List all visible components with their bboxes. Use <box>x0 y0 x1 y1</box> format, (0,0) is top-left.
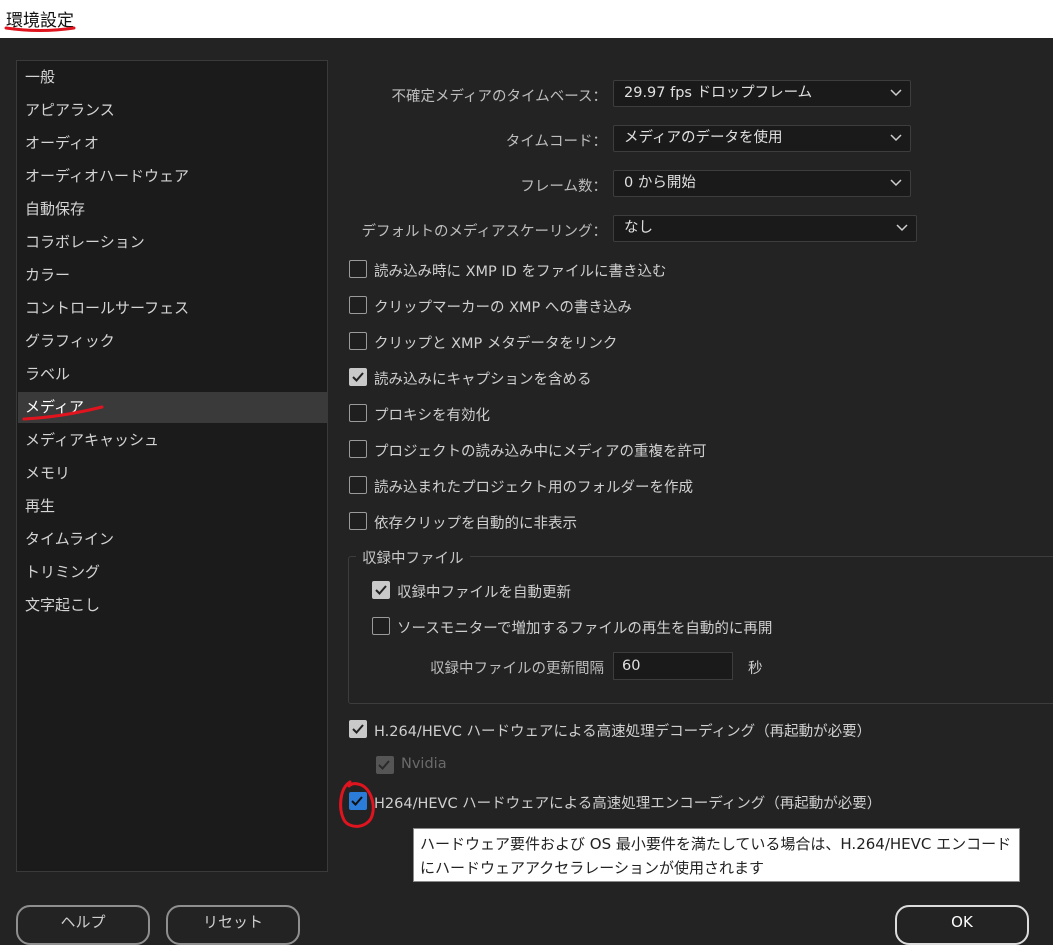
sidebar-item-memory[interactable]: メモリ <box>18 458 328 489</box>
reset-button[interactable]: リセット <box>166 905 300 945</box>
sidebar-item-appearance[interactable]: アピアランス <box>18 95 328 126</box>
sidebar-item-trimming[interactable]: トリミング <box>18 557 328 588</box>
hw-decode-checkbox[interactable] <box>349 720 367 738</box>
nvidia-label: Nvidia <box>401 756 447 772</box>
checkmark-icon <box>352 724 364 734</box>
include-captions-checkbox[interactable] <box>349 368 367 386</box>
clip-marker-xmp-label: クリップマーカーの XMP への書き込み <box>374 300 632 316</box>
chevron-down-icon <box>896 224 908 232</box>
allow-duplicate-media-checkbox[interactable] <box>349 440 367 458</box>
chevron-down-icon <box>890 134 902 142</box>
sidebar-item-labels[interactable]: ラベル <box>18 359 328 390</box>
ok-button[interactable]: OK <box>895 905 1029 945</box>
refresh-interval-input[interactable]: 60 <box>613 652 733 680</box>
tooltip-line-2: にハードウェアアクセラレーションが使用されます <box>420 859 764 877</box>
timecode-select[interactable]: メディアのデータを使用 <box>613 125 911 152</box>
sidebar-item-graphics[interactable]: グラフィック <box>18 326 328 357</box>
clip-marker-xmp-checkbox[interactable] <box>349 296 367 314</box>
red-annotation-underline <box>4 26 76 32</box>
growing-files-title: 収録中ファイル <box>356 547 470 568</box>
chevron-down-icon <box>890 89 902 97</box>
title-bar: 環境設定 <box>0 0 1053 38</box>
create-folder-checkbox[interactable] <box>349 476 367 494</box>
sidebar-item-control-surface[interactable]: コントロールサーフェス <box>18 293 328 324</box>
hide-dependent-clips-checkbox[interactable] <box>349 512 367 530</box>
red-annotation-underline <box>22 405 104 421</box>
enable-proxy-checkbox[interactable] <box>349 404 367 422</box>
refresh-interval-label: 収録中ファイルの更新間隔 <box>430 661 604 677</box>
chevron-down-icon <box>890 179 902 187</box>
include-captions-label: 読み込みにキャプションを含める <box>374 372 592 388</box>
sidebar-item-audio-hardware[interactable]: オーディオハードウェア <box>18 161 328 192</box>
scaling-select[interactable]: なし <box>613 215 917 242</box>
scaling-value: なし <box>624 220 653 236</box>
sidebar-item-autosave[interactable]: 自動保存 <box>18 194 328 225</box>
framecount-value: 0 から開始 <box>624 175 696 191</box>
scaling-label: デフォルトのメディアスケーリング： <box>361 224 607 240</box>
sidebar-item-transcription[interactable]: 文字起こし <box>18 590 328 621</box>
timecode-label: タイムコード： <box>505 134 607 150</box>
link-xmp-label: クリップと XMP メタデータをリンク <box>374 336 618 352</box>
enable-proxy-label: プロキシを有効化 <box>374 408 490 424</box>
sidebar-item-media-cache[interactable]: メディアキャッシュ <box>18 425 328 456</box>
timebase-label: 不確定メディアのタイムベース： <box>391 89 607 105</box>
checkmark-icon <box>352 372 364 382</box>
auto-refresh-label: 収録中ファイルを自動更新 <box>397 585 571 601</box>
timebase-value: 29.97 fps ドロップフレーム <box>624 85 813 101</box>
tooltip-line-1: ハードウェア要件および OS 最小要件を満たしている場合は、H.264/HEVC… <box>420 835 1012 853</box>
checkmark-icon <box>378 760 390 770</box>
sidebar-item-general[interactable]: 一般 <box>18 62 328 93</box>
framecount-label: フレーム数： <box>520 179 607 195</box>
write-xmp-id-checkbox[interactable] <box>349 260 367 278</box>
auto-resume-checkbox[interactable] <box>372 617 390 635</box>
category-sidebar: 一般 アピアランス オーディオ オーディオハードウェア 自動保存 コラボレーショ… <box>16 60 328 872</box>
write-xmp-id-label: 読み込み時に XMP ID をファイルに書き込む <box>374 264 667 280</box>
timecode-value: メディアのデータを使用 <box>624 130 783 146</box>
hw-decode-label: H.264/HEVC ハードウェアによる高速処理デコーディング（再起動が必要） <box>374 724 872 740</box>
timebase-select[interactable]: 29.97 fps ドロップフレーム <box>613 80 911 107</box>
create-folder-label: 読み込まれたプロジェクト用のフォルダーを作成 <box>374 480 693 496</box>
hide-dependent-clips-label: 依存クリップを自動的に非表示 <box>374 516 577 532</box>
refresh-interval-unit: 秒 <box>748 661 763 677</box>
nvidia-checkbox[interactable] <box>376 756 394 774</box>
allow-duplicate-media-label: プロジェクトの読み込み中にメディアの重複を許可 <box>374 444 707 460</box>
sidebar-item-color[interactable]: カラー <box>18 260 328 291</box>
red-annotation-circle <box>339 780 375 828</box>
framecount-select[interactable]: 0 から開始 <box>613 170 911 197</box>
sidebar-item-timeline[interactable]: タイムライン <box>18 524 328 555</box>
hw-encode-label: H264/HEVC ハードウェアによる高速処理エンコーディング（再起動が必要） <box>374 796 882 812</box>
sidebar-item-playback[interactable]: 再生 <box>18 491 328 522</box>
link-xmp-checkbox[interactable] <box>349 332 367 350</box>
checkmark-icon <box>375 585 387 595</box>
help-button[interactable]: ヘルプ <box>16 905 150 945</box>
sidebar-item-audio[interactable]: オーディオ <box>18 128 328 159</box>
encode-tooltip: ハードウェア要件および OS 最小要件を満たしている場合は、H.264/HEVC… <box>413 828 1020 882</box>
auto-resume-label: ソースモニターで増加するファイルの再生を自動的に再開 <box>397 621 773 637</box>
sidebar-item-collaboration[interactable]: コラボレーション <box>18 227 328 258</box>
auto-refresh-checkbox[interactable] <box>372 581 390 599</box>
